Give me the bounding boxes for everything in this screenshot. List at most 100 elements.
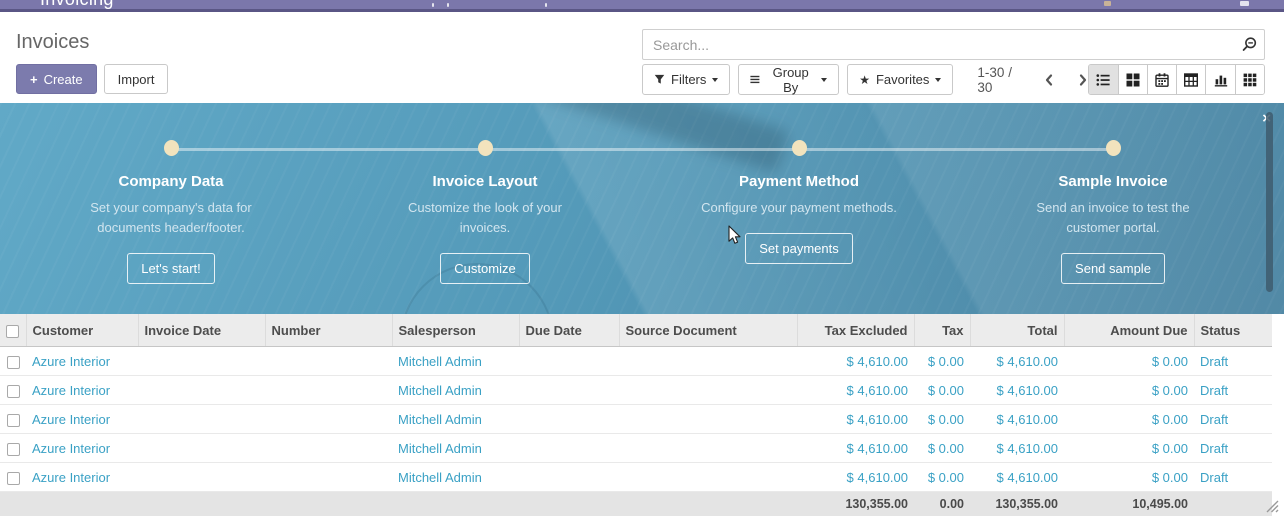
- cell-invoice_date[interactable]: [138, 405, 265, 434]
- cell-tax_excluded[interactable]: $ 4,610.00: [797, 347, 914, 376]
- cell-customer[interactable]: Azure Interior: [26, 347, 138, 376]
- cell-total[interactable]: $ 4,610.00: [970, 463, 1064, 492]
- cell-amount_due[interactable]: $ 0.00: [1064, 463, 1194, 492]
- row-checkbox[interactable]: [7, 472, 20, 485]
- column-header-status[interactable]: Status: [1194, 314, 1272, 347]
- cell-tax[interactable]: $ 0.00: [914, 405, 970, 434]
- activity-view-button[interactable]: [1235, 65, 1264, 94]
- cell-number[interactable]: [265, 434, 392, 463]
- cell-number[interactable]: [265, 463, 392, 492]
- vertical-scrollbar-thumb[interactable]: [1266, 112, 1273, 292]
- cell-invoice_date[interactable]: [138, 434, 265, 463]
- row-checkbox[interactable]: [7, 443, 20, 456]
- cell-source_document[interactable]: [619, 434, 797, 463]
- cell-invoice_date[interactable]: [138, 347, 265, 376]
- column-header-due_date[interactable]: Due Date: [519, 314, 619, 347]
- table-row[interactable]: Azure InteriorMitchell Admin$ 4,610.00$ …: [0, 405, 1272, 434]
- create-button[interactable]: + Create: [16, 64, 97, 94]
- cell-total[interactable]: $ 4,610.00: [970, 347, 1064, 376]
- cell-source_document[interactable]: [619, 376, 797, 405]
- column-header-customer[interactable]: Customer: [26, 314, 138, 347]
- cell-tax_excluded[interactable]: $ 4,610.00: [797, 405, 914, 434]
- resize-grip-icon[interactable]: [1263, 497, 1280, 514]
- select-all-checkbox[interactable]: [6, 325, 19, 338]
- table-row[interactable]: Azure InteriorMitchell Admin$ 4,610.00$ …: [0, 463, 1272, 492]
- row-checkbox[interactable]: [7, 356, 20, 369]
- cell-customer[interactable]: Azure Interior: [26, 463, 138, 492]
- favorites-button[interactable]: ★ Favorites: [847, 64, 953, 95]
- cell-customer[interactable]: Azure Interior: [26, 405, 138, 434]
- pivot-view-button[interactable]: [1176, 65, 1205, 94]
- cell-status[interactable]: Draft: [1194, 434, 1272, 463]
- column-header-number[interactable]: Number: [265, 314, 392, 347]
- cell-status[interactable]: Draft: [1194, 405, 1272, 434]
- row-checkbox[interactable]: [7, 414, 20, 427]
- cell-status[interactable]: Draft: [1194, 376, 1272, 405]
- column-header-invoice_date[interactable]: Invoice Date: [138, 314, 265, 347]
- cell-tax[interactable]: $ 0.00: [914, 376, 970, 405]
- cell-total[interactable]: $ 4,610.00: [970, 376, 1064, 405]
- cell-invoice_date[interactable]: [138, 463, 265, 492]
- table-row[interactable]: Azure InteriorMitchell Admin$ 4,610.00$ …: [0, 434, 1272, 463]
- row-checkbox[interactable]: [7, 385, 20, 398]
- cell-tax[interactable]: $ 0.00: [914, 463, 970, 492]
- kanban-view-button[interactable]: [1118, 65, 1147, 94]
- topbar-right-icon[interactable]: [1104, 1, 1111, 6]
- cell-invoice_date[interactable]: [138, 376, 265, 405]
- cell-due_date[interactable]: [519, 376, 619, 405]
- cell-amount_due[interactable]: $ 0.00: [1064, 376, 1194, 405]
- cell-salesperson[interactable]: Mitchell Admin: [392, 434, 519, 463]
- magnifier-icon[interactable]: [1241, 36, 1258, 53]
- cell-tax_excluded[interactable]: $ 4,610.00: [797, 434, 914, 463]
- cell-total[interactable]: $ 4,610.00: [970, 434, 1064, 463]
- table-row[interactable]: Azure InteriorMitchell Admin$ 4,610.00$ …: [0, 376, 1272, 405]
- cell-due_date[interactable]: [519, 434, 619, 463]
- graph-view-button[interactable]: [1205, 65, 1234, 94]
- customize-button[interactable]: Customize: [440, 253, 529, 284]
- cell-amount_due[interactable]: $ 0.00: [1064, 405, 1194, 434]
- send-sample-button[interactable]: Send sample: [1061, 253, 1165, 284]
- cell-source_document[interactable]: [619, 405, 797, 434]
- cell-salesperson[interactable]: Mitchell Admin: [392, 405, 519, 434]
- import-button[interactable]: Import: [104, 64, 169, 94]
- cell-source_document[interactable]: [619, 463, 797, 492]
- column-header-source_document[interactable]: Source Document: [619, 314, 797, 347]
- cell-salesperson[interactable]: Mitchell Admin: [392, 347, 519, 376]
- cell-due_date[interactable]: [519, 347, 619, 376]
- lets-start-button[interactable]: Let's start!: [127, 253, 215, 284]
- app-name[interactable]: Invoicing: [40, 0, 114, 10]
- cell-tax_excluded[interactable]: $ 4,610.00: [797, 463, 914, 492]
- cell-due_date[interactable]: [519, 405, 619, 434]
- cell-source_document[interactable]: [619, 347, 797, 376]
- list-view-button[interactable]: [1089, 65, 1117, 94]
- cell-customer[interactable]: Azure Interior: [26, 376, 138, 405]
- cell-tax_excluded[interactable]: $ 4,610.00: [797, 376, 914, 405]
- cell-total[interactable]: $ 4,610.00: [970, 405, 1064, 434]
- column-header-salesperson[interactable]: Salesperson: [392, 314, 519, 347]
- filters-button[interactable]: Filters: [642, 64, 730, 95]
- cell-customer[interactable]: Azure Interior: [26, 434, 138, 463]
- column-header-tax_excluded[interactable]: Tax Excluded: [797, 314, 914, 347]
- cell-status[interactable]: Draft: [1194, 347, 1272, 376]
- pager-range[interactable]: 1-30 / 30: [977, 65, 1026, 95]
- table-row[interactable]: Azure InteriorMitchell Admin$ 4,610.00$ …: [0, 347, 1272, 376]
- column-header-amount_due[interactable]: Amount Due: [1064, 314, 1194, 347]
- cell-amount_due[interactable]: $ 0.00: [1064, 347, 1194, 376]
- cell-amount_due[interactable]: $ 0.00: [1064, 434, 1194, 463]
- cell-salesperson[interactable]: Mitchell Admin: [392, 376, 519, 405]
- column-header-total[interactable]: Total: [970, 314, 1064, 347]
- group-by-button[interactable]: Group By: [738, 64, 839, 95]
- pager-next-button[interactable]: [1078, 73, 1088, 87]
- cell-tax[interactable]: $ 0.00: [914, 347, 970, 376]
- set-payments-button[interactable]: Set payments: [745, 233, 853, 264]
- cell-due_date[interactable]: [519, 463, 619, 492]
- cell-tax[interactable]: $ 0.00: [914, 434, 970, 463]
- column-header-tax[interactable]: Tax: [914, 314, 970, 347]
- cell-number[interactable]: [265, 376, 392, 405]
- cell-number[interactable]: [265, 405, 392, 434]
- pager-previous-button[interactable]: [1044, 73, 1054, 87]
- cell-salesperson[interactable]: Mitchell Admin: [392, 463, 519, 492]
- calendar-view-button[interactable]: [1147, 65, 1176, 94]
- cell-number[interactable]: [265, 347, 392, 376]
- search-input[interactable]: [642, 29, 1265, 60]
